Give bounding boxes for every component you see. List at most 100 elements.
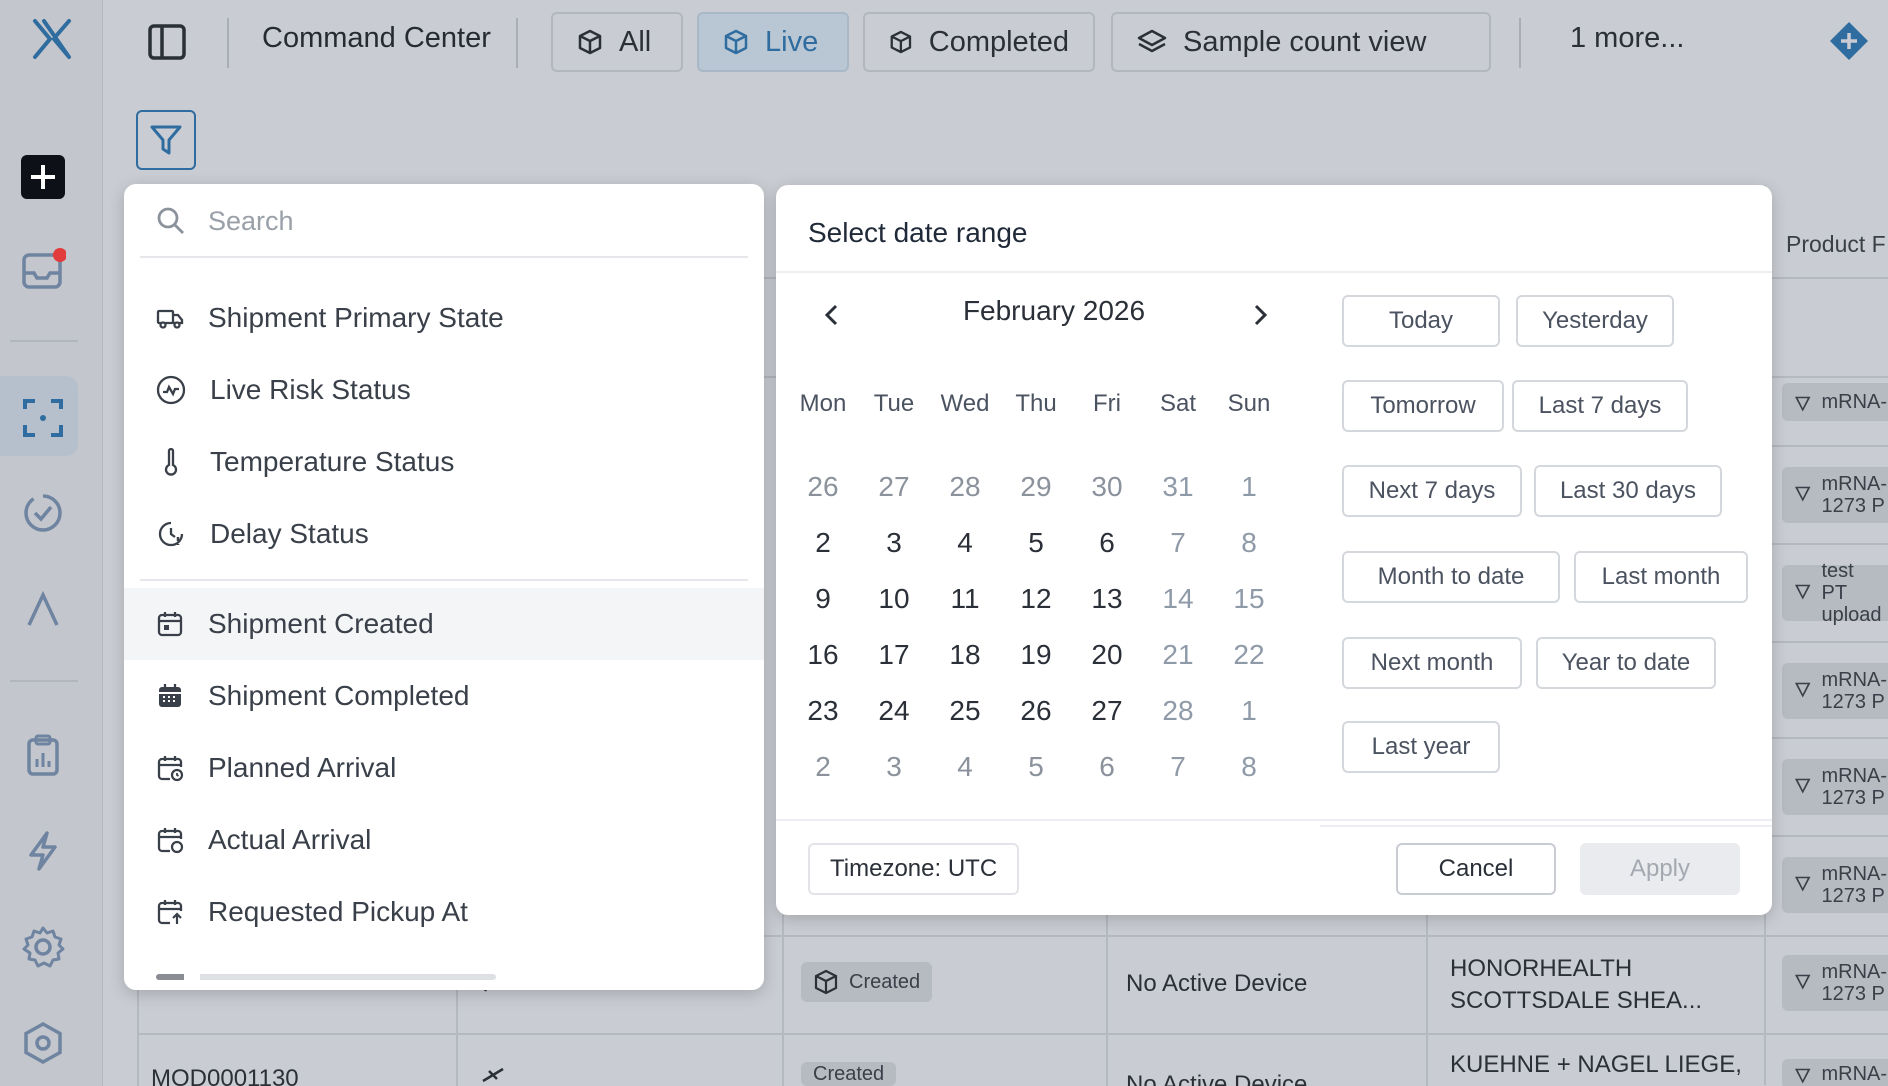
calendar-day[interactable]: 7: [1143, 521, 1213, 565]
filter-item-shipment-created[interactable]: Shipment Created: [124, 588, 764, 660]
calendar-day[interactable]: 23: [788, 689, 858, 733]
calendar-day[interactable]: 4: [930, 521, 1000, 565]
calendar-day[interactable]: 28: [1143, 689, 1213, 733]
calendar-day[interactable]: 28: [930, 465, 1000, 509]
settings-icon[interactable]: [0, 922, 94, 972]
preset-last-year[interactable]: Last year: [1342, 721, 1500, 773]
calendar-day[interactable]: 14: [1143, 577, 1213, 621]
calendar-day[interactable]: 18: [930, 633, 1000, 677]
calendar-day[interactable]: 7: [1143, 745, 1213, 789]
tab-all[interactable]: All: [551, 12, 683, 72]
preset-tomorrow[interactable]: Tomorrow: [1342, 380, 1504, 432]
calendar-day[interactable]: 6: [1072, 745, 1142, 789]
calendar-day[interactable]: 25: [930, 689, 1000, 733]
calendar-day[interactable]: 24: [859, 689, 929, 733]
calendar-day[interactable]: 8: [1214, 745, 1284, 789]
next-month-button[interactable]: [1242, 297, 1278, 333]
calendar-day[interactable]: 4: [930, 745, 1000, 789]
calendar-day[interactable]: 3: [859, 745, 929, 789]
add-view-icon[interactable]: [1828, 20, 1870, 67]
tab-live[interactable]: Live: [697, 12, 849, 72]
calendar-day[interactable]: 20: [1072, 633, 1142, 677]
calendar-day[interactable]: 31: [1143, 465, 1213, 509]
filter-item-actual-arrival[interactable]: Actual Arrival: [124, 804, 764, 876]
app-logo-icon[interactable]: [0, 14, 103, 64]
calendar-day[interactable]: 11: [930, 577, 1000, 621]
filter-item-temperature-status[interactable]: Temperature Status: [124, 426, 764, 498]
calendar-day[interactable]: 8: [1214, 521, 1284, 565]
weekday-label: Wed: [940, 390, 990, 417]
check-circle-icon[interactable]: [0, 488, 94, 538]
add-icon[interactable]: [0, 152, 94, 202]
calendar-day[interactable]: 9: [788, 577, 858, 621]
scan-icon[interactable]: [0, 392, 94, 442]
calendar-day[interactable]: 19: [1001, 633, 1071, 677]
filter-item-live-risk-status[interactable]: Live Risk Status: [124, 354, 764, 426]
weekday-label: Mon: [799, 390, 847, 417]
calendar-day[interactable]: 5: [1001, 745, 1071, 789]
calendar-day[interactable]: 6: [1072, 521, 1142, 565]
calendar-day[interactable]: 5: [1001, 521, 1071, 565]
calendar-day[interactable]: 1: [1214, 689, 1284, 733]
timezone-button[interactable]: Timezone: UTC: [808, 843, 1020, 895]
calendar-day[interactable]: 30: [1072, 465, 1142, 509]
calendar-day[interactable]: 16: [788, 633, 858, 677]
preset-last-7-days[interactable]: Last 7 days: [1512, 380, 1688, 432]
vial-icon: 🜄: [1794, 393, 1812, 416]
calendar-day[interactable]: 15: [1214, 577, 1284, 621]
preset-next-month[interactable]: Next month: [1342, 637, 1522, 689]
more-tabs-link[interactable]: 1 more...: [1570, 22, 1684, 55]
filter-item-shipment-primary-state[interactable]: Shipment Primary State: [124, 282, 764, 354]
preset-month-to-date[interactable]: Month to date: [1342, 551, 1560, 603]
calendar-day[interactable]: 27: [859, 465, 929, 509]
preset-last-month[interactable]: Last month: [1574, 551, 1748, 603]
clipboard-icon[interactable]: [0, 730, 94, 780]
calendar-day[interactable]: 3: [859, 521, 929, 565]
filter-item-planned-arrival[interactable]: Planned Arrival: [124, 732, 764, 804]
filter-item-shipment-completed[interactable]: Shipment Completed: [124, 660, 764, 732]
tab-completed[interactable]: Completed: [863, 12, 1095, 72]
weekday-label: Sun: [1227, 390, 1271, 417]
calendar-day[interactable]: 2: [788, 521, 858, 565]
prev-month-button[interactable]: [814, 297, 850, 333]
lambda-icon[interactable]: [0, 584, 94, 634]
calendar-day[interactable]: 26: [1001, 689, 1071, 733]
calendar-day[interactable]: 26: [788, 465, 858, 509]
calendar-day[interactable]: 13: [1072, 577, 1142, 621]
preset-today[interactable]: Today: [1342, 295, 1500, 347]
calendar-day[interactable]: 17: [859, 633, 929, 677]
filter-item-requested-pickup-at[interactable]: Requested Pickup At: [124, 876, 764, 948]
calendar-day[interactable]: 1: [1214, 465, 1284, 509]
calendar-day[interactable]: 12: [1001, 577, 1071, 621]
weekday-label: Fri: [1093, 390, 1121, 417]
cancel-button[interactable]: Cancel: [1396, 843, 1556, 895]
calendar-day[interactable]: 29: [1001, 465, 1071, 509]
thermometer-icon: [164, 447, 178, 476]
toggle-sidebar-icon[interactable]: [147, 22, 187, 67]
tab-sample-count-view[interactable]: Sample count view: [1111, 12, 1491, 72]
calendar-day[interactable]: 2: [788, 745, 858, 789]
filter-button[interactable]: [136, 110, 196, 170]
destination: HONORHEALTH SCOTTSDALE SHEA...: [1450, 955, 1703, 1014]
calendar-day[interactable]: 27: [1072, 689, 1142, 733]
preset-year-to-date[interactable]: Year to date: [1536, 637, 1716, 689]
vial-icon: 🜄: [1794, 874, 1812, 896]
filter-icon: [150, 125, 182, 155]
preset-yesterday[interactable]: Yesterday: [1516, 295, 1674, 347]
device-status: No Active Device: [1126, 1071, 1308, 1086]
search-input[interactable]: [208, 202, 688, 240]
preset-next-7-days[interactable]: Next 7 days: [1342, 465, 1522, 517]
calendar-check-icon: [157, 828, 184, 854]
weekday-label: Thu: [1015, 390, 1057, 417]
hexagon-icon[interactable]: [0, 1018, 94, 1068]
inbox-icon[interactable]: [0, 245, 94, 295]
preset-last-30-days[interactable]: Last 30 days: [1534, 465, 1722, 517]
apply-button[interactable]: Apply: [1580, 843, 1740, 895]
calendar-day[interactable]: 21: [1143, 633, 1213, 677]
bolt-icon[interactable]: [0, 826, 94, 876]
tab-all-label: All: [619, 25, 652, 58]
calendar-day[interactable]: 10: [859, 577, 929, 621]
row-id[interactable]: MOD0001130: [151, 1065, 299, 1086]
filter-item-delay-status[interactable]: Delay Status: [124, 498, 764, 570]
calendar-day[interactable]: 22: [1214, 633, 1284, 677]
